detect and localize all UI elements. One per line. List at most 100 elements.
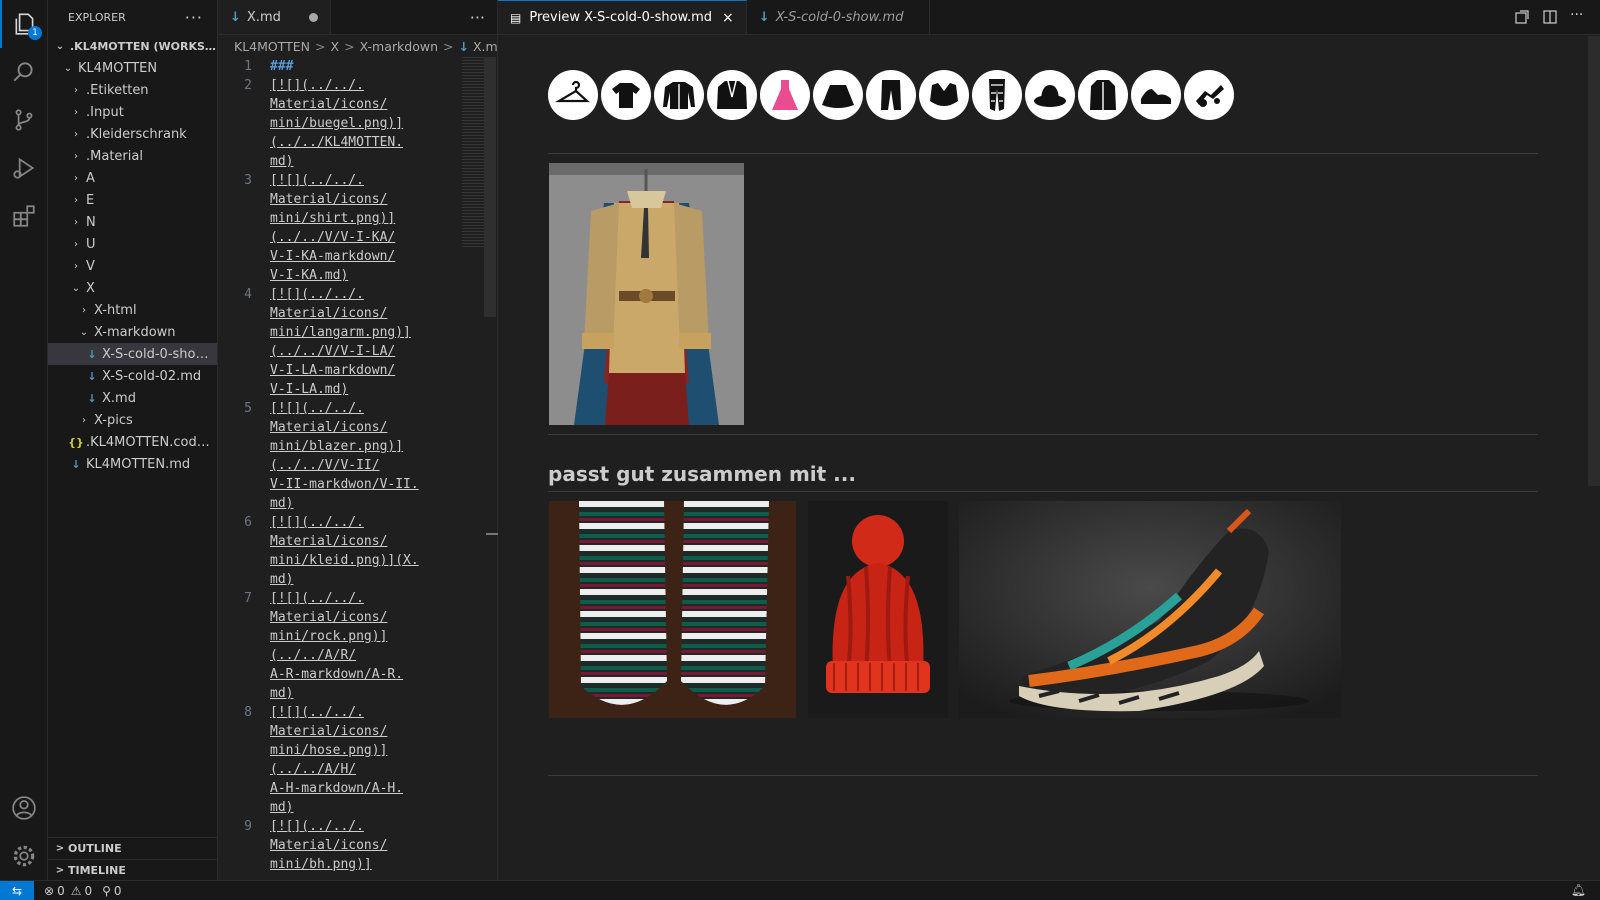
code-line[interactable]: md) [218,684,498,703]
more-actions-button[interactable]: ··· [1570,8,1586,25]
accounts-activity-button[interactable] [0,784,48,832]
remote-button[interactable]: ⇆ [0,880,34,900]
code-line[interactable]: mini/bh.png)] [218,855,498,874]
folder-item[interactable]: › V [48,255,217,277]
dress-link[interactable] [760,70,810,120]
code-line[interactable]: (../../V/V-I-LA/ [218,342,498,361]
explorer-more-button[interactable]: ··· [185,8,203,27]
code-line[interactable]: 8 [![](../../. [218,703,498,722]
outline-section[interactable]: > OUTLINE [48,837,218,859]
folder-item[interactable]: ⌄ .KL4MOTTEN (WORKSPACE) [48,35,217,57]
code-line[interactable]: 9 [![](../../. [218,817,498,836]
file-item[interactable]: {}.KL4MOTTEN.code-workspace [48,431,217,453]
extensions-activity-button[interactable] [0,192,48,240]
editor-scrollbar[interactable] [484,57,496,317]
beanie-photo[interactable] [808,501,948,718]
close-icon[interactable]: × [722,10,734,26]
blazer-link[interactable] [707,70,757,120]
folder-item[interactable]: › .Kleiderschrank [48,123,217,145]
code-line[interactable]: 5 [![](../../. [218,399,498,418]
tab-preview[interactable]: ▤ Preview X-S-cold-0-show.md × [498,0,747,34]
code-line[interactable]: 7 [![](../../. [218,589,498,608]
socks-photo[interactable] [549,501,796,718]
code-line[interactable]: 6 [![](../../. [218,513,498,532]
folder-item[interactable]: › N [48,211,217,233]
code-line[interactable]: V-II-markdwon/V-II. [218,475,498,494]
code-line[interactable]: md) [218,152,498,171]
folder-item[interactable]: ⌄ KL4MOTTEN [48,57,217,79]
run-debug-activity-button[interactable] [0,144,48,192]
code-line[interactable]: mini/shirt.png)] [218,209,498,228]
timeline-section[interactable]: > TIMELINE [48,859,218,881]
skirt-link[interactable] [813,70,863,120]
bra-link[interactable] [919,70,969,120]
code-line[interactable]: Material/icons/ [218,190,498,209]
code-line[interactable]: 2 [![](../../. [218,76,498,95]
code-line[interactable]: md) [218,494,498,513]
code-line[interactable]: A-R-markdown/A-R. [218,665,498,684]
unsaved-dot-icon[interactable] [308,12,318,22]
code-line[interactable]: (../../A/H/ [218,760,498,779]
code-line[interactable]: Material/icons/ [218,418,498,437]
code-line[interactable]: md) [218,798,498,817]
folder-item[interactable]: › X-html [48,299,217,321]
code-line[interactable]: (../../KL4MOTTEN. [218,133,498,152]
code-line[interactable]: Material/icons/ [218,608,498,627]
accessory-link[interactable] [1184,70,1234,120]
folder-item[interactable]: › .Material [48,145,217,167]
code-line[interactable]: V-I-LA.md) [218,380,498,399]
search-activity-button[interactable] [0,48,48,96]
code-line[interactable]: Material/icons/ [218,722,498,741]
file-item[interactable]: ↓ KL4MOTTEN.md [48,453,217,475]
code-line[interactable]: Material/icons/ [218,836,498,855]
folder-item[interactable]: › .Input [48,101,217,123]
hanger-link[interactable] [548,70,598,120]
open-source-button[interactable] [1514,9,1530,25]
split-editor-button[interactable] [1542,9,1558,25]
code-line[interactable]: (../../V/V-II/ [218,456,498,475]
shirt-link[interactable] [601,70,651,120]
tab-show-md[interactable]: ↓ X-S-cold-0-show.md [746,0,931,34]
folder-item[interactable]: › X-pics [48,409,217,431]
code-line[interactable]: mini/kleid.png)](X. [218,551,498,570]
folder-item[interactable]: › .Etiketten [48,79,217,101]
sneaker-photo[interactable] [959,501,1341,718]
problems-status[interactable]: ⊗ 0 ⚠ 0 [44,884,92,898]
code-line[interactable]: (../../V/V-I-KA/ [218,228,498,247]
file-item[interactable]: ↓ X-S-cold-02.md [48,365,217,387]
file-item[interactable]: ↓ X-S-cold-0-show.md [48,343,217,365]
code-line[interactable]: md) [218,570,498,589]
code-line[interactable]: Material/icons/ [218,95,498,114]
code-line[interactable]: V-I-KA-markdown/ [218,247,498,266]
folder-item[interactable]: › E [48,189,217,211]
folder-item[interactable]: ⌄ X-markdown [48,321,217,343]
code-line[interactable]: Material/icons/ [218,532,498,551]
code-line[interactable]: V-I-LA-markdown/ [218,361,498,380]
code-line[interactable]: A-H-markdown/A-H. [218,779,498,798]
explorer-activity-button[interactable]: 1 [0,0,48,48]
source-control-activity-button[interactable] [0,96,48,144]
code-line[interactable]: mini/blazer.png)] [218,437,498,456]
editor-more-button[interactable]: ··· [470,8,485,27]
trousers-link[interactable] [866,70,916,120]
longsleeve-link[interactable] [654,70,704,120]
shoe-link[interactable] [1131,70,1181,120]
code-line[interactable]: 3 [![](../../. [218,171,498,190]
bell-icon[interactable]: 🔔︎ [1571,883,1586,897]
code-line[interactable]: Material/icons/ [218,304,498,323]
manage-activity-button[interactable] [0,832,48,880]
tights-link[interactable] [972,70,1022,120]
code-editor[interactable]: 1 ### 2 [![](../../. Material/icons/mini/bue… [218,57,498,880]
code-line[interactable]: mini/hose.png)] [218,741,498,760]
preview-scrollbar[interactable] [1588,36,1600,486]
code-line[interactable]: mini/langarm.png)] [218,323,498,342]
file-item[interactable]: ↓ X.md [48,387,217,409]
jacket-link[interactable] [1078,70,1128,120]
ports-status[interactable]: ⚲ 0 [102,884,121,898]
hat-link[interactable] [1025,70,1075,120]
code-line[interactable]: mini/rock.png)] [218,627,498,646]
breadcrumb-item[interactable]: KL4MOTTEN [234,39,310,54]
code-line[interactable]: mini/buegel.png)] [218,114,498,133]
breadcrumb-item[interactable]: X-markdown [360,39,438,54]
folder-item[interactable]: › A [48,167,217,189]
